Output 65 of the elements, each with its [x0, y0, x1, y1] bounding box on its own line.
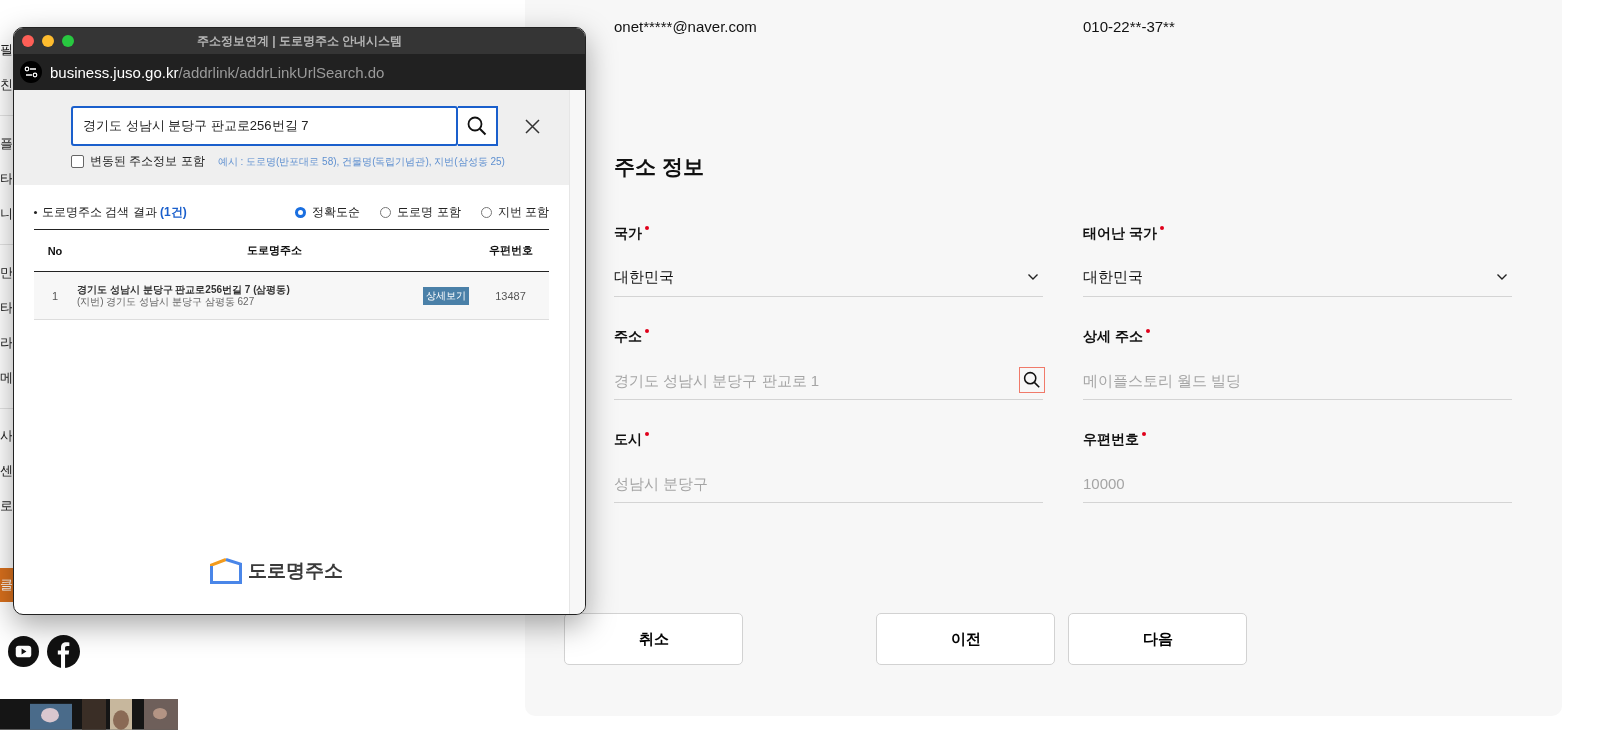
menu-item[interactable]: 친	[0, 67, 12, 102]
result-heading: 도로명주소 검색 결과 (1건)	[42, 203, 187, 221]
menu-item[interactable]: 타	[0, 289, 12, 325]
menu-item[interactable]: 라	[0, 324, 12, 360]
sort-option[interactable]: 정확도순	[295, 203, 361, 221]
logo-text: 도로명주소	[248, 559, 343, 583]
minimize-window-button[interactable]	[42, 35, 54, 47]
detail-button[interactable]: 상세보기	[423, 286, 469, 305]
search-button[interactable]	[1019, 367, 1045, 393]
window-title: 주소정보연계 | 도로명주소 안내시스템	[196, 32, 403, 50]
menu-item[interactable]: 필	[0, 32, 12, 67]
url-text: business.juso.go.kr/addrlink/addrLinkUrlSearch.do	[50, 63, 385, 81]
input-field[interactable]: 10000	[1083, 474, 1512, 492]
field-label: 우편번호	[1083, 430, 1139, 449]
menu-item[interactable]: 메	[0, 359, 12, 395]
menu-item[interactable]: 타	[0, 160, 12, 196]
close-icon[interactable]	[525, 118, 540, 134]
email-text: onet*****@naver.com	[614, 17, 758, 37]
menu-item[interactable]: 만	[0, 254, 12, 290]
video-play-icon[interactable]	[8, 636, 39, 668]
menu-item[interactable]: 플	[0, 125, 12, 161]
field-label: 국가	[614, 224, 642, 243]
menu-item[interactable]: 사	[0, 418, 12, 454]
checkbox-label: 변동된 주소정보 포함	[90, 153, 205, 170]
field-label: 주소	[614, 327, 642, 346]
menu-item[interactable]: 로	[0, 488, 12, 524]
phone-text: 010-22**-37**	[1083, 17, 1176, 37]
site-settings-icon[interactable]	[20, 61, 42, 83]
menu-item[interactable]: 니	[0, 195, 12, 231]
chevron-down-icon	[1027, 273, 1039, 281]
bullet-icon	[34, 210, 37, 214]
example-hint: 예시 : 도로명(반포대로 58), 건물명(독립기념관), 지번(삼성동 25)	[217, 154, 505, 169]
country-select[interactable]: 대한민국	[614, 258, 1043, 297]
form-button[interactable]: 다음	[1068, 613, 1247, 665]
field-label: 도시	[614, 430, 642, 449]
country-select[interactable]: 대한민국	[1083, 258, 1512, 297]
address-field[interactable]: 경기도 성남시 분당구 판교로 1	[614, 371, 1019, 389]
search-icon	[467, 116, 487, 136]
input-field[interactable]: 성남시 분당구	[614, 474, 1043, 492]
form-button[interactable]: 취소	[564, 613, 743, 665]
maximize-window-button[interactable]	[62, 35, 74, 47]
sort-option[interactable]: 도로명 포함	[380, 203, 461, 221]
column-header: No	[47, 244, 63, 257]
scrollbar[interactable]	[569, 90, 585, 614]
checkbox[interactable]	[71, 155, 84, 168]
house-icon	[210, 558, 242, 584]
close-window-button[interactable]	[22, 35, 34, 47]
menu-item[interactable]: 센	[0, 453, 12, 489]
column-header: 도로명주소	[246, 244, 302, 256]
lot-address: (지번) 경기도 성남시 분당구 삼평동 627	[77, 295, 256, 308]
input-field[interactable]: 메이플스토리 월드 빌딩	[1083, 371, 1512, 389]
table-cell: 1	[51, 289, 59, 302]
table-cell: 13487	[495, 289, 526, 302]
field-label: 상세 주소	[1083, 327, 1143, 346]
chevron-down-icon	[1496, 273, 1508, 281]
facebook-icon[interactable]	[47, 635, 80, 669]
section-title: 주소 정보	[614, 154, 705, 180]
sort-option[interactable]: 지번 포함	[480, 203, 549, 221]
search-icon	[1023, 371, 1041, 389]
search-field[interactable]: 경기도 성남시 분당구 판교로256번길 7	[71, 106, 458, 146]
form-button[interactable]: 이전	[876, 613, 1055, 665]
search-button[interactable]	[458, 106, 498, 146]
road-address[interactable]: 경기도 성남시 분당구 판교로256번길 7 (삼평동)	[77, 283, 290, 296]
field-label: 태어난 국가	[1083, 224, 1157, 243]
column-header: 우편번호	[488, 244, 533, 256]
